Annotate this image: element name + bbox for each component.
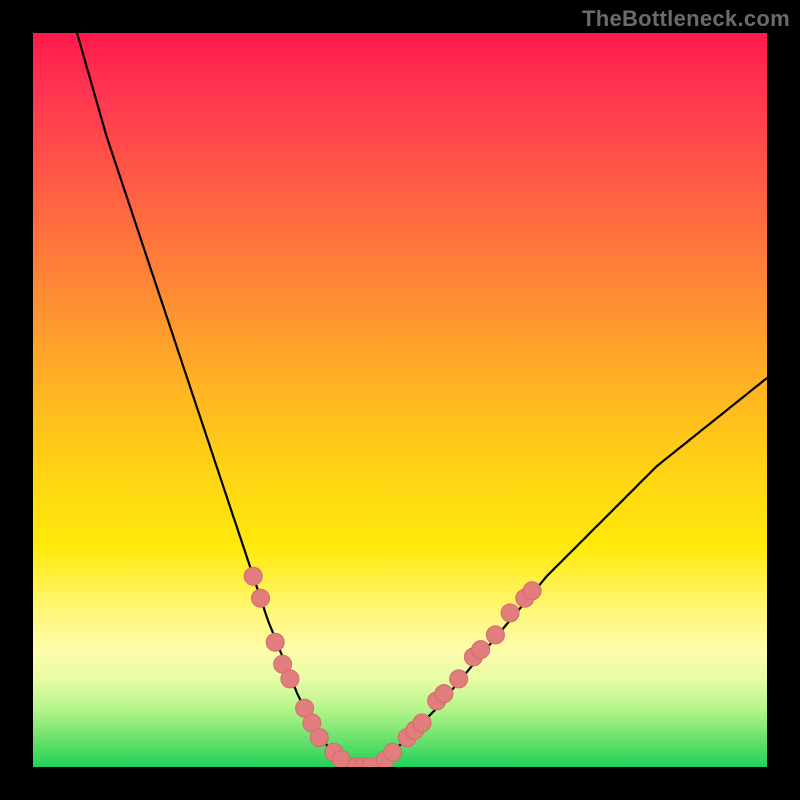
chart-svg — [33, 33, 767, 767]
marker-point — [523, 582, 541, 600]
marker-point — [501, 604, 519, 622]
marker-point — [266, 633, 284, 651]
marker-point — [435, 685, 453, 703]
marker-point — [244, 567, 262, 585]
marker-point — [252, 589, 270, 607]
marker-point — [413, 714, 431, 732]
marker-point — [472, 641, 490, 659]
marker-point — [450, 670, 468, 688]
marker-point — [486, 626, 504, 644]
marker-point — [384, 743, 402, 761]
marker-point — [281, 670, 299, 688]
bottleneck-curve — [77, 33, 767, 767]
marker-point — [310, 729, 328, 747]
highlight-markers — [244, 567, 541, 767]
plot-area — [33, 33, 767, 767]
watermark-text: TheBottleneck.com — [582, 6, 790, 32]
chart-frame: TheBottleneck.com — [0, 0, 800, 800]
